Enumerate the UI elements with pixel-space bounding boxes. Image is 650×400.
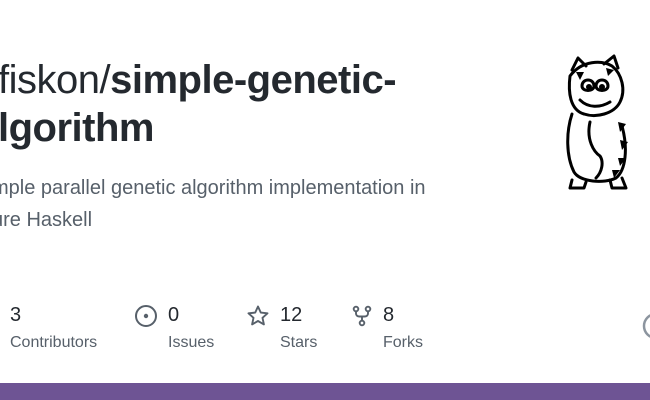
fork-icon (352, 305, 372, 327)
repo-name-line1[interactable]: simple-genetic- (110, 58, 396, 102)
repo-title: fiskon/simple-genetic- lgorithm (0, 56, 498, 152)
description-line2: ure Haskell (0, 209, 93, 231)
forks-count: 8 (383, 304, 395, 326)
repo-name-line2[interactable]: lgorithm (0, 106, 154, 150)
language-color-bar (0, 383, 650, 400)
repo-description: mple parallel genetic algorithm implemen… (0, 172, 512, 236)
forks-label: Forks (383, 334, 423, 351)
github-logo-icon (642, 314, 650, 338)
contributors-count: 3 (10, 304, 22, 326)
repo-owner[interactable]: fiskon/ (0, 58, 111, 102)
description-line1: mple parallel genetic algorithm implemen… (0, 177, 426, 199)
repo-stats: 3 Contributors 0 Issues 12 Stars 8 Forks (0, 300, 650, 360)
stars-label: Stars (280, 334, 318, 351)
stars-count: 12 (280, 304, 303, 326)
issues-count: 0 (168, 304, 180, 326)
issues-label: Issues (168, 334, 215, 351)
owner-avatar (566, 54, 628, 190)
issue-circle-icon (135, 305, 157, 327)
contributors-label: Contributors (10, 334, 98, 351)
star-icon (247, 305, 269, 326)
